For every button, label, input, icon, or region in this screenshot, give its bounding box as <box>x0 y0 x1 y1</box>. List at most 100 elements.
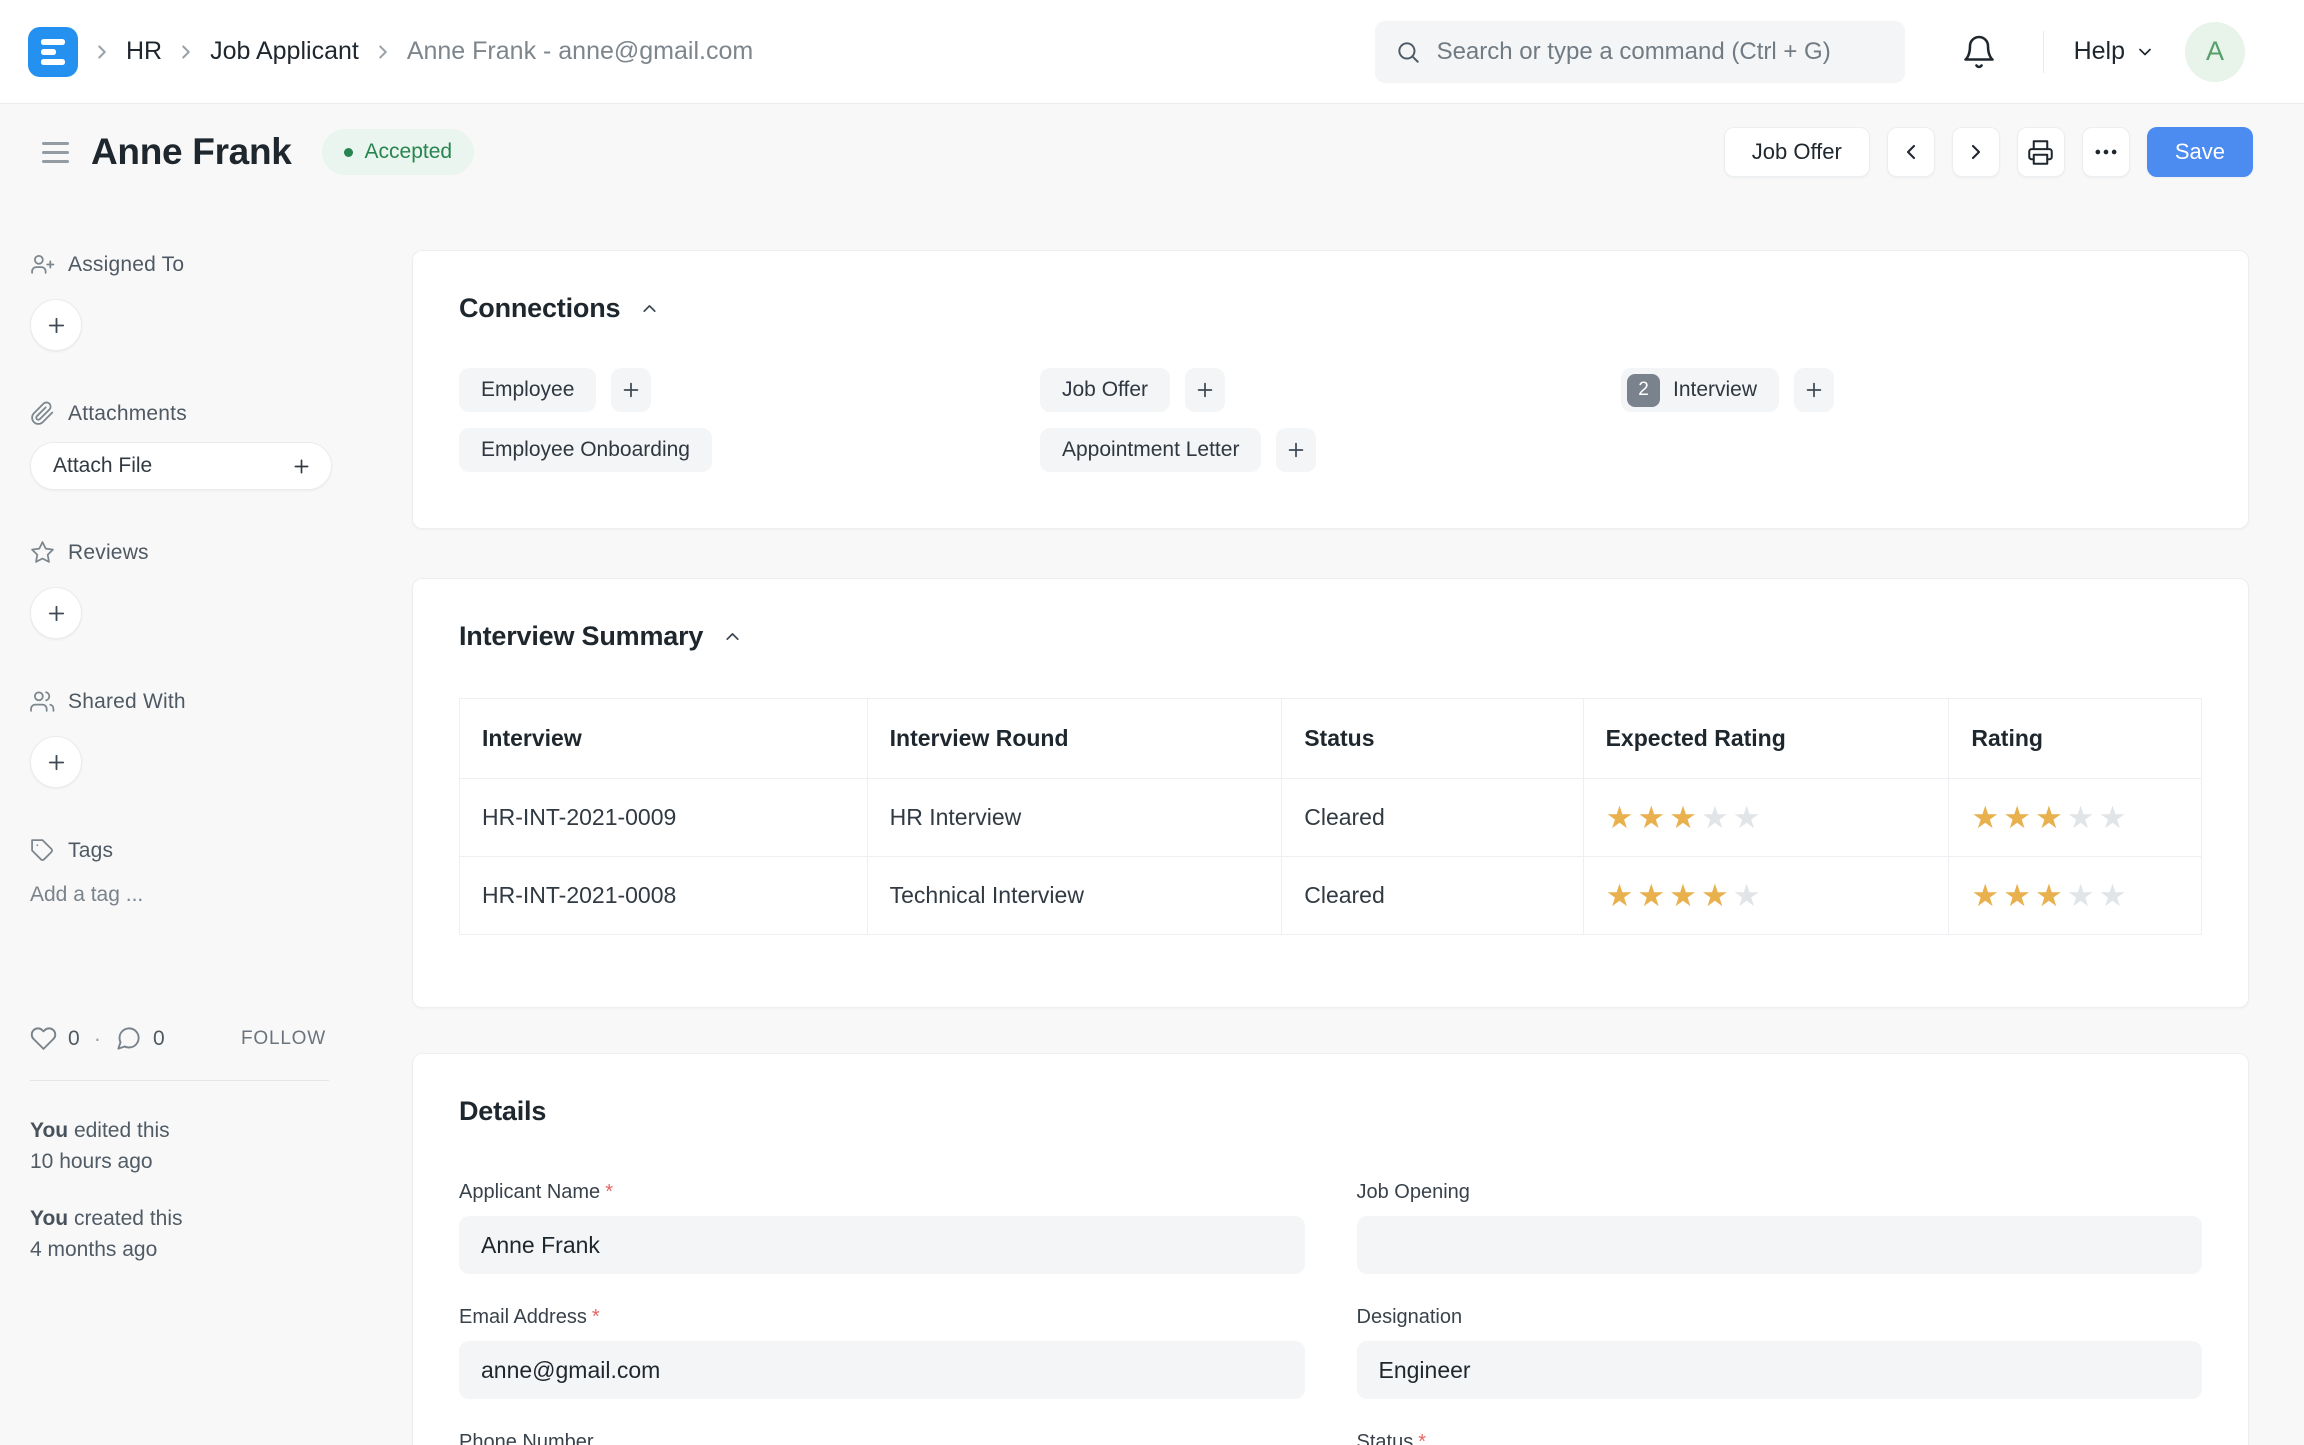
tag-icon <box>30 838 55 863</box>
star-icon: ★ <box>1637 800 1669 835</box>
add-review-button[interactable] <box>30 587 82 639</box>
page-header: Anne Frank Accepted Job Offer Save <box>0 104 2304 200</box>
activity-log: You edited this10 hours agoYou created t… <box>30 1115 352 1265</box>
star-icon: ★ <box>1637 878 1669 913</box>
star-icon: ★ <box>1606 878 1638 913</box>
field-label: Job Opening <box>1357 1181 2203 1204</box>
plus-icon <box>45 602 68 625</box>
attachments-label: Attachments <box>68 402 187 426</box>
notifications-button[interactable] <box>1961 34 1997 70</box>
required-asterisk: * <box>1418 1431 1426 1445</box>
connection-label: Employee <box>481 378 574 402</box>
plus-icon <box>291 456 312 477</box>
star-icon: ★ <box>2035 800 2067 835</box>
add-share-button[interactable] <box>30 736 82 788</box>
chevron-up-icon <box>639 298 660 319</box>
breadcrumb-job-applicant[interactable]: Job Applicant <box>210 37 359 66</box>
like-count: 0 <box>68 1027 80 1051</box>
tags-label: Tags <box>68 839 113 863</box>
collapse-interview-summary-button[interactable] <box>722 626 743 647</box>
like-button[interactable] <box>30 1025 57 1052</box>
star-icon: ★ <box>1733 878 1765 913</box>
shared-with-label: Shared With <box>68 690 186 714</box>
chevron-right-icon <box>372 41 394 63</box>
users-icon <box>30 689 55 714</box>
sidebar-toggle-button[interactable] <box>42 142 69 163</box>
cell-interview[interactable]: HR-INT-2021-0008 <box>460 857 868 935</box>
star-rating: ★★★★★ <box>1971 800 2130 835</box>
search-input[interactable] <box>1437 38 1885 66</box>
next-record-button[interactable] <box>1952 127 2000 177</box>
connection-label: Employee Onboarding <box>481 438 690 462</box>
plus-icon <box>1285 439 1307 461</box>
chevron-right-icon <box>175 41 197 63</box>
connections-grid: Employee Employee Onboarding Job Offer Appo… <box>459 368 2202 472</box>
column-header-rating: Rating <box>1949 699 2202 779</box>
breadcrumb-hr[interactable]: HR <box>126 37 162 66</box>
form-field-phone-number: Phone Number <box>459 1431 1305 1445</box>
activity-entry: You edited this10 hours ago <box>30 1115 352 1177</box>
add-appointment-letter-button[interactable] <box>1276 428 1316 472</box>
follow-button[interactable]: FOLLOW <box>241 1028 326 1050</box>
add-interview-button[interactable] <box>1794 368 1834 412</box>
designation-input[interactable] <box>1357 1341 2203 1399</box>
connection-pill-employee-onboarding[interactable]: Employee Onboarding <box>459 428 712 472</box>
connection-pill-interview[interactable]: 2Interview <box>1621 368 1779 412</box>
chevron-down-icon <box>2135 42 2155 62</box>
job-offer-button[interactable]: Job Offer <box>1724 127 1870 177</box>
breadcrumb-current: Anne Frank - anne@gmail.com <box>407 37 753 66</box>
connection-pill-employee[interactable]: Employee <box>459 368 596 412</box>
add-job-offer-button[interactable] <box>1185 368 1225 412</box>
applicant-name-input[interactable] <box>459 1216 1305 1274</box>
navbar-divider <box>2043 31 2044 73</box>
cell-rating: ★★★★★ <box>1949 779 2202 857</box>
star-icon: ★ <box>1971 878 2003 913</box>
required-asterisk: * <box>592 1306 600 1328</box>
cell-status: Cleared <box>1282 857 1583 935</box>
save-button[interactable]: Save <box>2147 127 2253 177</box>
chevron-left-icon <box>1899 140 1923 164</box>
chevron-right-icon <box>1964 140 1988 164</box>
plus-icon <box>620 379 642 401</box>
field-label: Status* <box>1357 1431 2203 1445</box>
field-label: Phone Number <box>459 1431 1305 1445</box>
tags-section: Tags Add a tag ... <box>30 838 352 907</box>
job-opening-input[interactable] <box>1357 1216 2203 1274</box>
comment-count: 0 <box>153 1027 165 1051</box>
required-asterisk: * <box>605 1181 613 1203</box>
global-search[interactable] <box>1375 21 1905 83</box>
more-menu-button[interactable] <box>2082 127 2130 177</box>
add-tag-input[interactable]: Add a tag ... <box>30 883 352 907</box>
cell-expected-rating: ★★★★★ <box>1583 857 1949 935</box>
table-header-row: InterviewInterview RoundStatusExpected R… <box>460 699 2202 779</box>
avatar-letter: A <box>2206 36 2224 67</box>
email-address-input[interactable] <box>459 1341 1305 1399</box>
shared-with-section: Shared With <box>30 689 352 788</box>
star-rating: ★★★★★ <box>1606 878 1765 913</box>
print-button[interactable] <box>2017 127 2065 177</box>
star-icon: ★ <box>2067 878 2099 913</box>
column-header-expected-rating: Expected Rating <box>1583 699 1949 779</box>
cell-interview[interactable]: HR-INT-2021-0009 <box>460 779 868 857</box>
plus-icon <box>1803 379 1825 401</box>
printer-icon <box>2027 139 2054 166</box>
app-logo[interactable] <box>28 27 78 77</box>
add-assignment-button[interactable] <box>30 299 82 351</box>
user-plus-icon <box>30 252 55 277</box>
attach-file-label: Attach File <box>53 454 152 478</box>
dot-separator: · <box>94 1026 101 1052</box>
prev-record-button[interactable] <box>1887 127 1935 177</box>
connection-pill-job-offer[interactable]: Job Offer <box>1040 368 1170 412</box>
comments-button[interactable] <box>115 1025 142 1052</box>
cell-interview-round: HR Interview <box>867 779 1282 857</box>
attach-file-button[interactable]: Attach File <box>30 442 332 490</box>
star-icon: ★ <box>1606 800 1638 835</box>
collapse-connections-button[interactable] <box>639 298 660 319</box>
connections-title: Connections <box>459 293 620 324</box>
form-field-job-opening: Job Opening <box>1357 1181 2203 1274</box>
field-label: Email Address* <box>459 1306 1305 1329</box>
add-employee-button[interactable] <box>611 368 651 412</box>
help-menu[interactable]: Help <box>2074 37 2155 66</box>
connection-pill-appointment-letter[interactable]: Appointment Letter <box>1040 428 1261 472</box>
user-avatar[interactable]: A <box>2185 22 2245 82</box>
